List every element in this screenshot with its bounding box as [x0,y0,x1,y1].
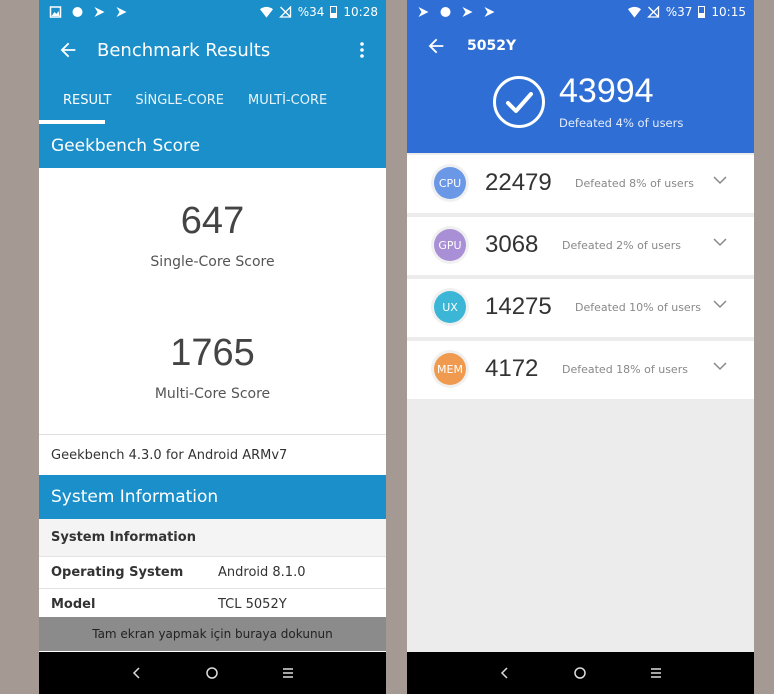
cpu-score: 22479 [485,169,552,196]
tab-single-core[interactable]: SİNGLE-CORE [123,93,236,108]
row-value: TCL 5052Y [218,597,287,612]
app-notification-icon [94,7,105,17]
row-key: Model [51,597,96,612]
nav-home-icon[interactable] [571,664,589,682]
geekbench-screen: %34 10:28 Benchmark Results RESULT SİNGL… [39,0,386,694]
ux-score-row[interactable]: UX 14275 Defeated 10% of users [407,279,754,337]
fullscreen-toast[interactable]: Tam ekran yapmak için buraya dokunun [39,617,386,651]
system-table-header: System Information [39,519,386,557]
navigation-bar [39,652,386,694]
back-arrow-icon[interactable] [425,35,447,57]
notification-icon [72,7,83,17]
mem-score-row[interactable]: MEM 4172 Defeated 18% of users [407,341,754,399]
status-bar: %34 10:28 [39,0,386,24]
app-bar: Benchmark Results [39,24,386,76]
multi-core-score: 1765 [170,332,255,374]
cpu-badge: CPU [434,167,466,199]
app-notification-icon [484,7,495,17]
cpu-score-row[interactable]: CPU 22479 Defeated 8% of users [407,155,754,213]
row-key: Operating System [51,565,184,580]
mem-defeated: Defeated 18% of users [562,363,688,376]
antutu-header: %37 10:15 5052Y 43994 Defeated 4% of use… [407,0,754,153]
gallery-icon [49,6,62,18]
total-defeated: Defeated 4% of users [559,116,684,130]
chevron-down-icon[interactable] [713,361,727,371]
app-bar: 5052Y [407,24,754,68]
navigation-bar [407,652,754,694]
page-title: Benchmark Results [97,39,271,61]
tab-result[interactable]: RESULT [51,93,123,108]
single-core-score: 647 [180,200,245,242]
no-signal-icon [646,6,659,18]
chevron-down-icon[interactable] [713,175,727,185]
mem-score: 4172 [485,355,539,382]
status-bar: %37 10:15 [407,0,754,24]
geekbench-header: %34 10:28 Benchmark Results RESULT SİNGL… [39,0,386,124]
app-notification-icon [462,7,473,17]
tab-multi-core[interactable]: MULTİ-CORE [236,93,339,108]
gpu-defeated: Defeated 2% of users [562,239,681,252]
nav-menu-icon[interactable] [279,664,297,682]
clock: 10:28 [343,5,378,19]
mem-badge: MEM [434,353,466,385]
gpu-badge: GPU [434,229,466,261]
app-notification-icon [116,7,127,17]
ux-defeated: Defeated 10% of users [575,301,701,314]
clock: 10:15 [711,5,746,19]
battery-percent: %34 [297,5,325,19]
total-score: 43994 [559,72,654,110]
chevron-down-icon[interactable] [713,299,727,309]
single-core-label: Single-Core Score [150,254,275,270]
gpu-score-row[interactable]: GPU 3068 Defeated 2% of users [407,217,754,275]
battery-percent: %37 [665,5,693,19]
geekbench-version: Geekbench 4.3.0 for Android ARMv7 [39,434,386,475]
cpu-defeated: Defeated 8% of users [575,177,694,190]
nav-back-icon[interactable] [128,664,146,682]
antutu-screen: %37 10:15 5052Y 43994 Defeated 4% of use… [407,0,754,694]
system-information-heading: System Information [39,475,386,519]
battery-icon [330,6,338,18]
gpu-score: 3068 [485,231,539,258]
notification-icon [440,7,451,17]
nav-home-icon[interactable] [203,664,221,682]
check-circle-icon [493,76,545,128]
device-name: 5052Y [467,38,517,54]
nav-back-icon[interactable] [496,664,514,682]
app-notification-icon [418,7,429,17]
wifi-icon [259,6,273,18]
table-row: Operating System Android 8.1.0 [39,557,386,589]
geekbench-score-heading: Geekbench Score [39,124,386,168]
chevron-down-icon[interactable] [713,237,727,247]
nav-menu-icon[interactable] [647,664,665,682]
battery-icon [698,6,706,18]
back-arrow-icon[interactable] [57,39,79,61]
ux-score: 14275 [485,293,552,320]
active-tab-indicator [39,120,105,124]
scores-panel: 647 Single-Core Score 1765 Multi-Core Sc… [39,168,386,434]
multi-core-label: Multi-Core Score [154,386,271,402]
wifi-icon [627,6,641,18]
ux-badge: UX [434,291,466,323]
more-options-icon[interactable] [354,40,370,60]
no-signal-icon [278,6,291,18]
row-value: Android 8.1.0 [218,565,306,580]
tab-bar: RESULT SİNGLE-CORE MULTİ-CORE [39,76,386,124]
